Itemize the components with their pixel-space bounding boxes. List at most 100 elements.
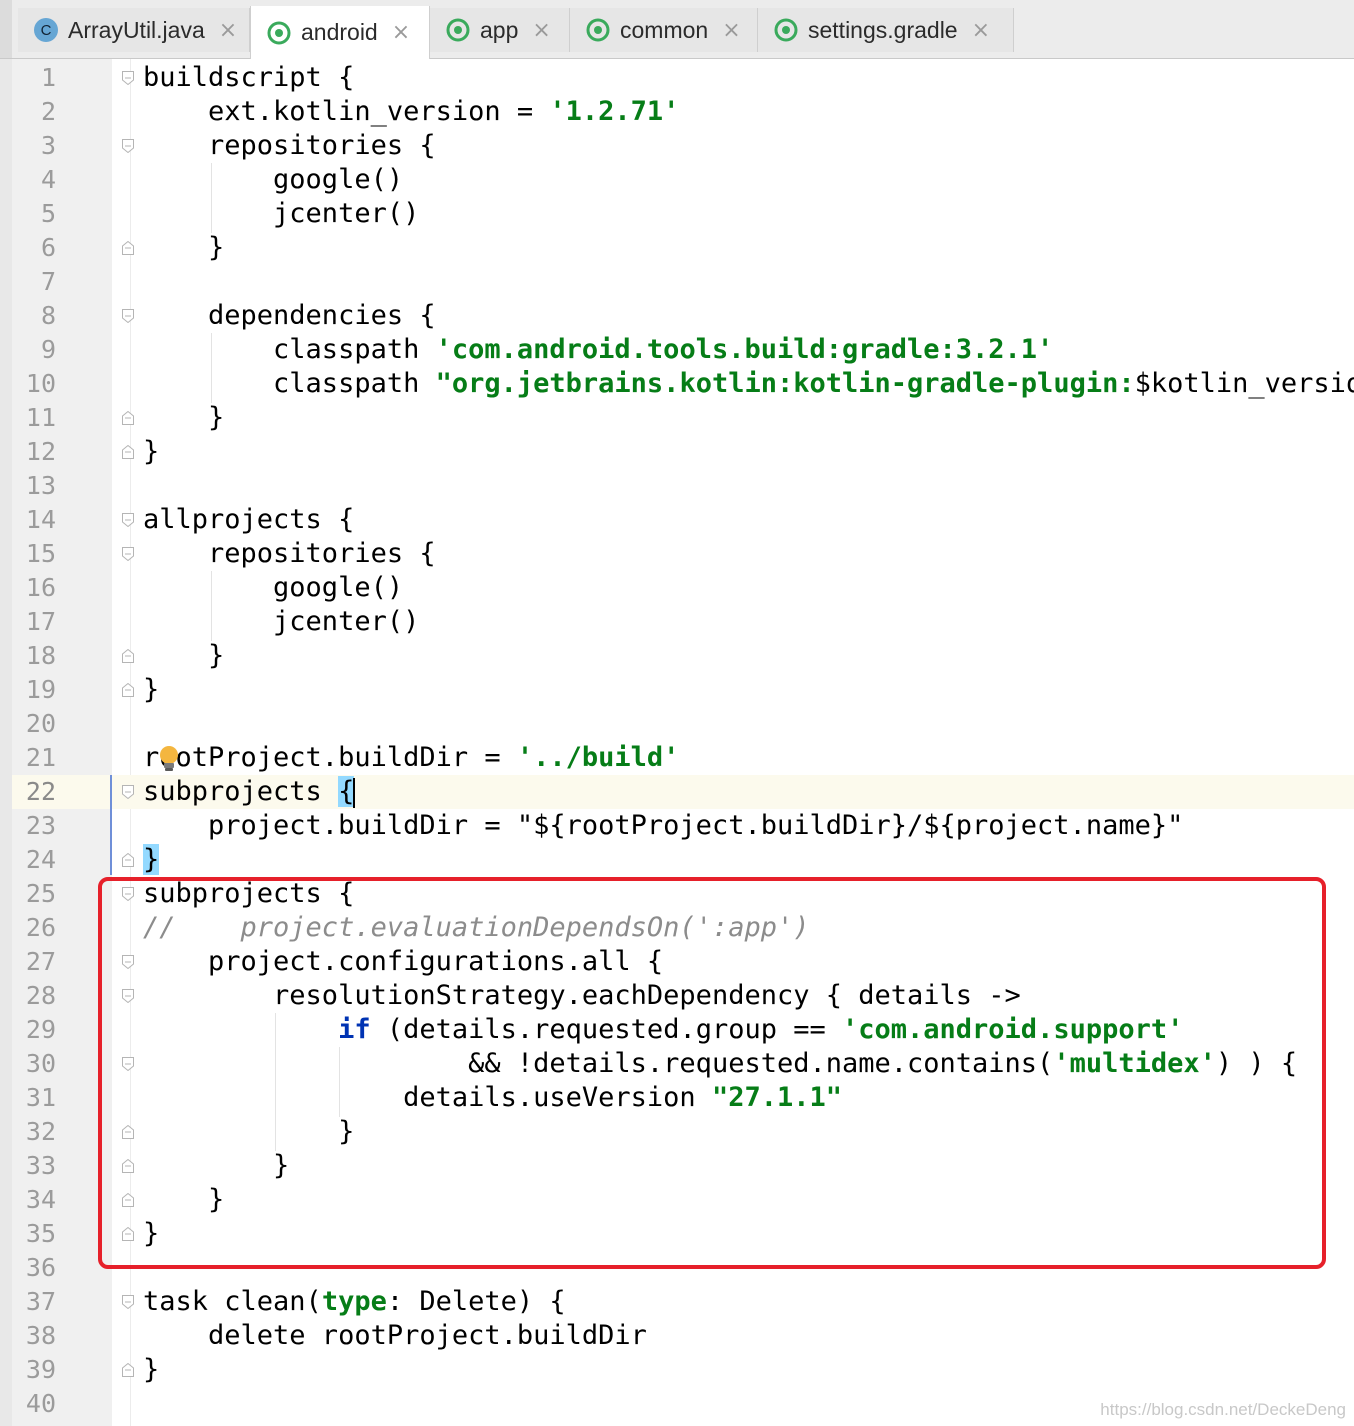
fold-collapse-icon[interactable] [122,547,134,561]
tab-arrayutil-java[interactable]: C ArrayUtil.java × [18,8,250,52]
line-number[interactable]: 30 [12,1047,56,1081]
code-line-19: } [143,674,160,705]
code-line-38: delete rootProject.buildDir [143,1320,647,1351]
fold-end-icon[interactable] [122,649,134,663]
line-number[interactable]: 38 [12,1319,56,1353]
code-line-11: } [143,402,225,433]
line-number[interactable]: 1 [12,61,56,95]
code-line-21: rootProject.buildDir = '../build' [143,742,680,773]
line-number[interactable]: 10 [12,367,56,401]
line-number[interactable]: 5 [12,197,56,231]
code-line-3: repositories { [143,130,436,161]
code-line-14: allprojects { [143,504,355,535]
line-number[interactable]: 31 [12,1081,56,1115]
fold-end-icon[interactable] [122,1363,134,1377]
code-line-22: subprojects { [143,776,356,808]
close-icon[interactable]: × [722,18,740,43]
fold-collapse-icon[interactable] [122,71,134,85]
line-number[interactable]: 18 [12,639,56,673]
fold-collapse-icon[interactable] [122,139,134,153]
line-number[interactable]: 8 [12,299,56,333]
line-number[interactable]: 37 [12,1285,56,1319]
fold-end-icon[interactable] [122,241,134,255]
code-line-10: classpath "org.jetbrains.kotlin:kotlin-g… [143,368,1354,399]
tab-label: android [301,19,378,45]
fold-end-icon[interactable] [122,683,134,697]
line-number[interactable]: 14 [12,503,56,537]
tab-label: common [620,16,709,43]
line-number[interactable]: 40 [12,1387,56,1421]
code-line-18: } [143,640,225,671]
line-number[interactable]: 16 [12,571,56,605]
line-number[interactable]: 21 [12,741,56,775]
code-line-2: ext.kotlin_version = '1.2.71' [143,96,680,127]
line-number[interactable]: 15 [12,537,56,571]
line-number[interactable]: 39 [12,1353,56,1387]
close-icon[interactable]: × [972,18,990,43]
code-line-39: } [143,1354,160,1385]
line-number[interactable]: 13 [12,469,56,503]
line-number[interactable]: 20 [12,707,56,741]
code-line-24: } [143,843,160,877]
line-number[interactable]: 19 [12,673,56,707]
line-number[interactable]: 17 [12,605,56,639]
fold-collapse-icon[interactable] [122,1295,134,1309]
line-number[interactable]: 28 [12,979,56,1013]
vcs-change-marker[interactable] [110,775,112,875]
matched-brace: } [143,844,160,875]
line-number[interactable]: 33 [12,1149,56,1183]
tab-settings-gradle[interactable]: settings.gradle × [758,8,1014,52]
close-icon[interactable]: × [392,20,410,45]
tab-common[interactable]: common × [570,8,758,52]
editor-tab-bar: C ArrayUtil.java × android × app × commo… [0,0,1354,59]
line-number[interactable]: 2 [12,95,56,129]
line-number[interactable]: 23 [12,809,56,843]
tab-android[interactable]: android × [250,6,430,59]
close-icon[interactable]: × [219,18,237,43]
line-number[interactable]: 9 [12,333,56,367]
line-number[interactable]: 36 [12,1251,56,1285]
code-line-23: project.buildDir = "${rootProject.buildD… [143,810,1184,841]
line-number[interactable]: 26 [12,911,56,945]
line-number[interactable]: 12 [12,435,56,469]
line-number[interactable]: 25 [12,877,56,911]
code-line-1: buildscript { [143,62,355,93]
tab-label: settings.gradle [808,16,958,43]
close-icon[interactable]: × [532,18,550,43]
line-number[interactable]: 29 [12,1013,56,1047]
line-number[interactable]: 11 [12,401,56,435]
code-line-4: google() [143,164,404,195]
fold-end-icon[interactable] [122,853,134,867]
line-number[interactable]: 22 [12,775,56,809]
matched-brace: { [338,776,355,807]
fold-collapse-icon[interactable] [122,309,134,323]
line-number[interactable]: 7 [12,265,56,299]
code-line-16: google() [143,572,404,603]
fold-end-icon[interactable] [122,445,134,459]
fold-end-icon[interactable] [122,411,134,425]
gradle-icon [446,18,470,42]
lightbulb-icon[interactable] [158,745,180,773]
line-number[interactable]: 24 [12,843,56,877]
code-line-5: jcenter() [143,198,420,229]
fold-collapse-icon[interactable] [122,785,134,799]
tab-app[interactable]: app × [430,8,570,52]
fold-collapse-icon[interactable] [122,513,134,527]
line-number[interactable]: 27 [12,945,56,979]
text-caret [353,777,356,808]
line-number[interactable]: 34 [12,1183,56,1217]
line-number[interactable]: 3 [12,129,56,163]
line-number[interactable]: 6 [12,231,56,265]
code-line-17: jcenter() [143,606,420,637]
line-number[interactable]: 4 [12,163,56,197]
watermark-text: https://blog.csdn.net/DeckeDeng [1100,1400,1346,1419]
line-number[interactable]: 32 [12,1115,56,1149]
tab-label: ArrayUtil.java [68,16,205,43]
code-line-9: classpath 'com.android.tools.build:gradl… [143,334,1054,365]
annotation-highlight-box [98,877,1326,1269]
line-number[interactable]: 35 [12,1217,56,1251]
gradle-icon [586,18,610,42]
code-line-15: repositories { [143,538,436,569]
code-line-37: task clean(type: Delete) { [143,1286,566,1317]
code-line-8: dependencies { [143,300,436,331]
